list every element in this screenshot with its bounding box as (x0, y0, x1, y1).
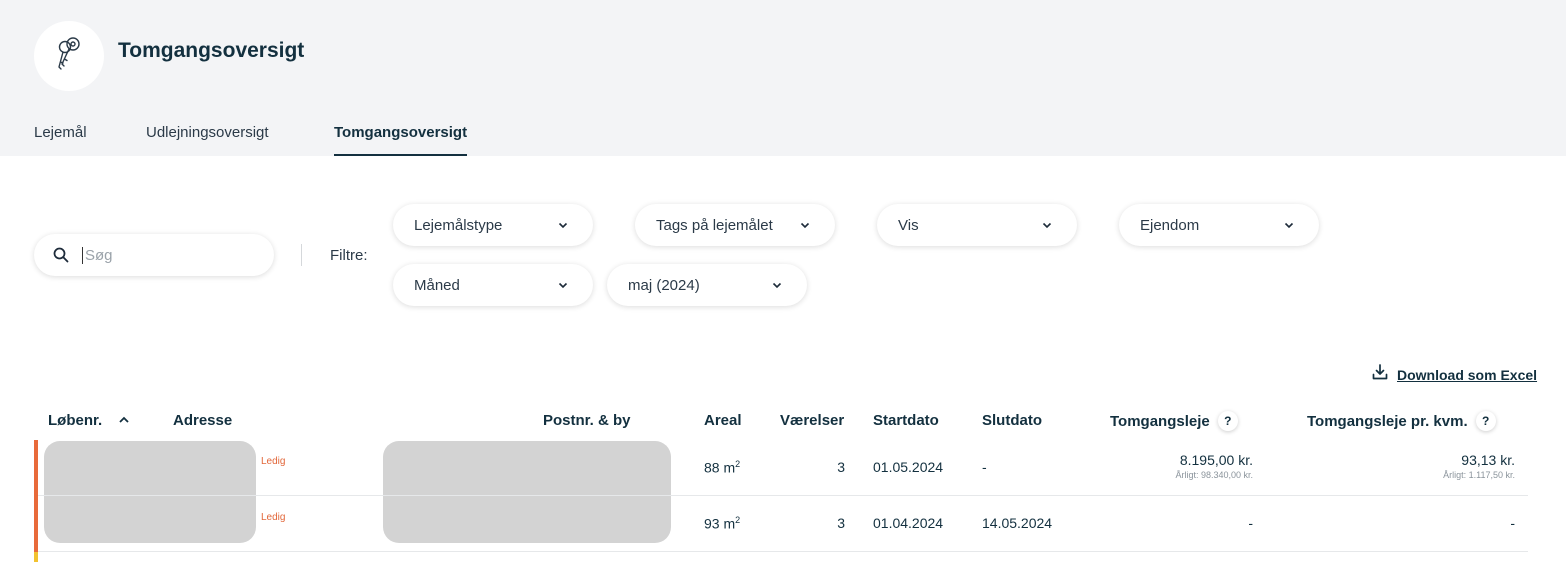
filters-label: Filtre: (330, 247, 368, 264)
row-divider (38, 551, 1528, 552)
column-header-adresse[interactable]: Adresse (173, 412, 232, 429)
cell-tomgangsleje: 8.195,00 kr. (1179, 452, 1253, 468)
tab-tomgangsoversigt[interactable]: Tomgangsoversigt (334, 124, 468, 156)
keys-icon (49, 34, 89, 79)
search-box (34, 234, 274, 276)
status-badge: Ledig (261, 456, 286, 467)
dropdown-label: Måned (414, 276, 460, 294)
row-status-bar (34, 440, 38, 552)
tab-lejemal[interactable]: Lejemål (34, 124, 146, 156)
chevron-down-icon (799, 219, 811, 231)
search-input[interactable] (82, 246, 252, 264)
column-header-lobenr[interactable]: Løbenr. (48, 412, 130, 430)
cell-areal: 93 m2 (704, 515, 741, 532)
dropdown-label: Vis (898, 216, 919, 234)
tab-bar: Lejemål Udlejningsoversigt Tomgangsovers… (34, 124, 468, 156)
dropdown-label: Lejemålstype (414, 216, 503, 234)
divider (301, 244, 302, 266)
row-divider (38, 495, 1528, 496)
column-header-postnr[interactable]: Postnr. & by (543, 412, 631, 429)
dropdown-ejendom[interactable]: Ejendom (1119, 204, 1319, 246)
redacted-address (44, 441, 256, 543)
page-title: Tomgangsoversigt (118, 39, 305, 62)
column-header-tomgangsleje[interactable]: Tomgangsleje? (1110, 411, 1238, 432)
download-label: Download som Excel (1397, 366, 1538, 383)
dropdown-month-value[interactable]: maj (2024) (607, 264, 807, 306)
dropdown-vis[interactable]: Vis (877, 204, 1077, 246)
dropdown-lejemalstype[interactable]: Lejemålstype (393, 204, 593, 246)
cell-startdato: 01.05.2024 (873, 459, 944, 475)
dropdown-label: Ejendom (1140, 216, 1200, 234)
redacted-postnr (383, 441, 671, 543)
help-icon[interactable]: ? (1475, 411, 1496, 431)
cell-tomgangsleje-kvm: - (1510, 515, 1515, 531)
cell-startdato: 01.04.2024 (873, 515, 944, 531)
column-header-startdato[interactable]: Startdato (873, 412, 939, 429)
download-icon (1371, 363, 1389, 386)
download-excel-link[interactable]: Download som Excel (1371, 363, 1537, 386)
dropdown-label: maj (2024) (628, 276, 700, 294)
cell-vaerelser: 3 (837, 459, 845, 475)
cell-tomgangsleje-arligt: Årligt: 98.340,00 kr. (1175, 470, 1253, 480)
chevron-down-icon (1283, 219, 1295, 231)
cell-areal: 88 m2 (704, 459, 741, 476)
dropdown-maned[interactable]: Måned (393, 264, 593, 306)
chevron-down-icon (771, 279, 783, 291)
dropdown-tags[interactable]: Tags på lejemålet (635, 204, 835, 246)
column-header-areal[interactable]: Areal (704, 412, 742, 429)
chevron-down-icon (1041, 219, 1053, 231)
chevron-down-icon (557, 279, 569, 291)
cell-tomgangsleje-kvm-arligt: Årligt: 1.117,50 kr. (1443, 470, 1515, 480)
header-area: Tomgangsoversigt Lejemål Udlejningsovers… (0, 0, 1566, 156)
column-header-vaerelser[interactable]: Værelser (780, 412, 844, 429)
search-icon (53, 246, 71, 264)
cell-slutdato: - (982, 459, 987, 475)
column-label: Tomgangsleje (1110, 412, 1210, 430)
cell-tomgangsleje: - (1248, 515, 1253, 531)
cell-vaerelser: 3 (837, 515, 845, 531)
chevron-up-icon (118, 413, 130, 430)
dropdown-label: Tags på lejemålet (656, 216, 773, 234)
status-badge: Ledig (261, 512, 286, 523)
column-label: Tomgangsleje pr. kvm. (1307, 412, 1468, 430)
chevron-down-icon (557, 219, 569, 231)
help-icon[interactable]: ? (1217, 411, 1238, 431)
column-header-tomgangsleje-kvm[interactable]: Tomgangsleje pr. kvm.? (1307, 411, 1496, 432)
cell-slutdato: 14.05.2024 (982, 515, 1053, 531)
row-status-bar (34, 552, 38, 562)
tab-udlejningsoversigt[interactable]: Udlejningsoversigt (146, 124, 334, 156)
logo (34, 21, 104, 91)
column-label: Løbenr. (48, 412, 103, 429)
cell-tomgangsleje-kvm: 93,13 kr. (1461, 452, 1515, 468)
column-header-slutdato[interactable]: Slutdato (982, 412, 1042, 429)
